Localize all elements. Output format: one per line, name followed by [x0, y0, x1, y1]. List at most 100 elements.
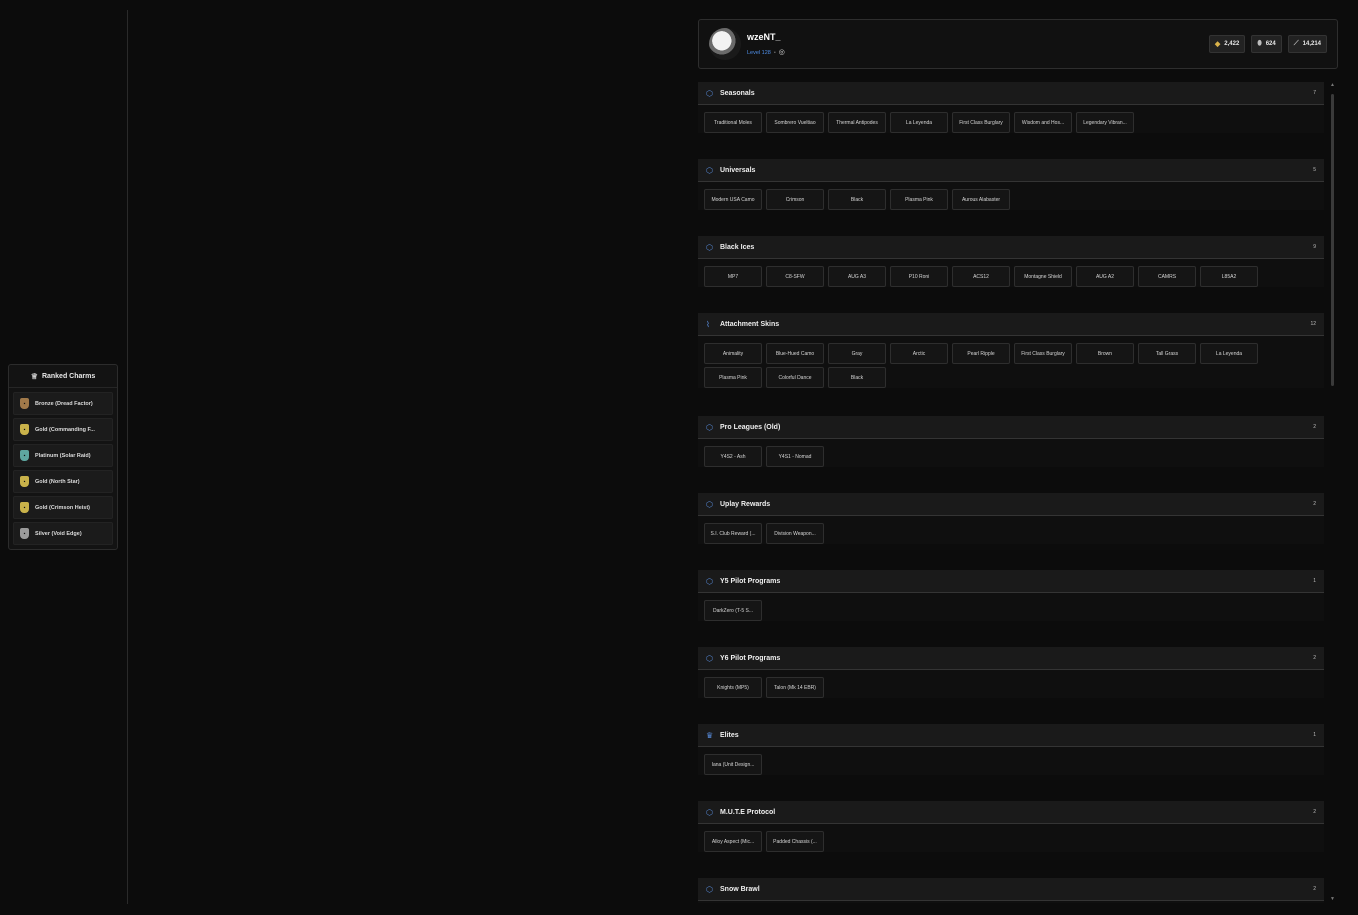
separator-dot: •	[773, 50, 776, 56]
ranked-charms-panel: ♕ Ranked Charms ▪ Bronze (Dread Factor) ▪ G…	[8, 364, 118, 550]
scrollbar[interactable]: ▲ ▼	[1329, 82, 1336, 903]
category-items: MP7 C8-SFW AUG A3 P10 Roni ACS12 Montagne Shi…	[698, 259, 1324, 287]
category-section: ⬡ Pro Leagues (Old) 2 Y4S2 - Ash Y4S1 - Noma…	[698, 416, 1324, 493]
skin-item[interactable]: Y4S2 - Ash	[704, 446, 762, 467]
scroll-down-arrow-icon[interactable]: ▼	[1329, 896, 1336, 903]
charm-item[interactable]: ▪ Bronze (Dread Factor)	[13, 392, 113, 415]
skin-item[interactable]: Sombrero Vueltiao	[766, 112, 824, 133]
skin-item[interactable]: First Class Burglary	[952, 112, 1010, 133]
category-items: Knights (MP5) Talon (Mk 14 EBR)	[698, 670, 1324, 698]
ranked-charms-header: ♕ Ranked Charms	[9, 365, 117, 388]
skin-item[interactable]: Pearl Ripple	[952, 343, 1010, 364]
category-count: 2	[1313, 809, 1316, 815]
skin-item[interactable]: Y4S1 - Nomad	[766, 446, 824, 467]
skin-item[interactable]: C8-SFW	[766, 266, 824, 287]
category-section: ♛ Elites 1 Iana (Unit Design...	[698, 724, 1324, 801]
skin-item[interactable]: Animality	[704, 343, 762, 364]
rank-badge-icon: ▪	[20, 528, 29, 539]
skin-item[interactable]: Traditional Moles	[704, 112, 762, 133]
skin-item[interactable]: Padded Chassis (...	[766, 831, 824, 852]
charm-item[interactable]: ▪ Gold (Crimson Heist)	[13, 496, 113, 519]
category-header[interactable]: ⬡ Uplay Rewards 2	[698, 493, 1324, 516]
category-header[interactable]: ⬡ Seasonals 7	[698, 82, 1324, 105]
category-items	[698, 901, 1324, 903]
skin-item[interactable]: AUG A3	[828, 266, 886, 287]
category-header[interactable]: ⬡ Y6 Pilot Programs 2	[698, 647, 1324, 670]
category-header[interactable]: ⬡ Universals 5	[698, 159, 1324, 182]
skin-item[interactable]: Alloy Aspect (Mic...	[704, 831, 762, 852]
category-items: Y4S2 - Ash Y4S1 - Nomad	[698, 439, 1324, 467]
skin-item[interactable]: Modern USA Camo	[704, 189, 762, 210]
skin-item[interactable]: P10 Roni	[890, 266, 948, 287]
category-section: ⬡ Snow Brawl 2	[698, 878, 1324, 903]
skin-item[interactable]: Montagne Shield	[1014, 266, 1072, 287]
charm-item[interactable]: ▪ Gold (North Star)	[13, 470, 113, 493]
skin-item[interactable]: MP7	[704, 266, 762, 287]
level-label: Level 128	[747, 50, 771, 56]
crown-icon: ♛	[706, 730, 714, 740]
platform-icon[interactable]: ◎	[779, 49, 785, 56]
skin-item[interactable]: CAMRS	[1138, 266, 1196, 287]
scroll-thumb[interactable]	[1331, 94, 1334, 386]
skin-item[interactable]: First Class Burglary	[1014, 343, 1072, 364]
category-title: Attachment Skins	[720, 320, 780, 328]
skin-item[interactable]: Black	[828, 189, 886, 210]
cube-icon: ⬡	[706, 165, 713, 175]
charm-item[interactable]: ▪ Silver (Void Edge)	[13, 522, 113, 545]
category-header[interactable]: ♛ Elites 1	[698, 724, 1324, 747]
category-header[interactable]: ⬡ M.U.T.E Protocol 2	[698, 801, 1324, 824]
category-section: ⬡ Black Ices 9 MP7 C8-SFW AUG A3 P10 Roni ACS12…	[698, 236, 1324, 313]
skin-item[interactable]: Plasma Pink	[704, 367, 762, 388]
cube-icon: ⬡	[706, 807, 713, 817]
credits-value: 624	[1265, 41, 1276, 47]
category-section: ⬡ M.U.T.E Protocol 2 Alloy Aspect (Mic... Pa…	[698, 801, 1324, 878]
category-title: Black Ices	[720, 243, 755, 251]
username: wzeNT_	[747, 32, 781, 42]
skin-item[interactable]: ACS12	[952, 266, 1010, 287]
category-header[interactable]: ⬡ Y5 Pilot Programs 1	[698, 570, 1324, 593]
skin-item[interactable]: Black	[828, 367, 886, 388]
skin-item[interactable]: L85A2	[1200, 266, 1258, 287]
skin-item[interactable]: S.I. Club Reward (...	[704, 523, 762, 544]
skin-item[interactable]: La Leyenda	[890, 112, 948, 133]
skin-item[interactable]: Division Weapon...	[766, 523, 824, 544]
skin-item[interactable]: Brown	[1076, 343, 1134, 364]
skin-item[interactable]: Legendary Vibran...	[1076, 112, 1134, 133]
avatar[interactable]	[709, 28, 741, 60]
skin-item[interactable]: DarkZero (T-5 S...	[704, 600, 762, 621]
skin-item[interactable]: Arctic	[890, 343, 948, 364]
trophy-icon: ♕	[30, 371, 38, 381]
skin-item[interactable]: Aurous Alabaster	[952, 189, 1010, 210]
category-items: Alloy Aspect (Mic... Padded Chassis (...	[698, 824, 1324, 852]
skin-item[interactable]: Crimson	[766, 189, 824, 210]
profile-header: wzeNT_ Level 128 • ◎ ◆ 2,422 ⬮ 624 ⟋ 14,21…	[698, 19, 1338, 69]
skin-item[interactable]: Gray	[828, 343, 886, 364]
rank-badge-icon: ▪	[20, 450, 29, 461]
charm-item[interactable]: ▪ Gold (Commanding F...	[13, 418, 113, 441]
category-header[interactable]: ⬡ Snow Brawl 2	[698, 878, 1324, 901]
category-items: Animality Blue-Hued Camo Gray Arctic Pearl R…	[698, 336, 1324, 388]
skin-item[interactable]: Plasma Pink	[890, 189, 948, 210]
category-title: Uplay Rewards	[720, 500, 771, 508]
skin-item[interactable]: Wisdom and Hos...	[1014, 112, 1072, 133]
skin-item[interactable]: La Leyenda	[1200, 343, 1258, 364]
category-header[interactable]: ⌇ Attachment Skins 12	[698, 313, 1324, 336]
category-header[interactable]: ⬡ Pro Leagues (Old) 2	[698, 416, 1324, 439]
skin-item[interactable]: Talon (Mk 14 EBR)	[766, 677, 824, 698]
category-section: ⬡ Seasonals 7 Traditional Moles Sombrero Vue…	[698, 82, 1324, 159]
skin-item[interactable]: Colorful Dance	[766, 367, 824, 388]
skin-item[interactable]: Knights (MP5)	[704, 677, 762, 698]
category-count: 2	[1313, 886, 1316, 892]
scroll-up-arrow-icon[interactable]: ▲	[1329, 82, 1336, 89]
category-count: 12	[1310, 321, 1316, 327]
skin-item[interactable]: Thermal Antipodes	[828, 112, 886, 133]
skin-item[interactable]: AUG A2	[1076, 266, 1134, 287]
charm-item[interactable]: ▪ Platinum (Solar Raid)	[13, 444, 113, 467]
skin-item[interactable]: Blue-Hued Camo	[766, 343, 824, 364]
cube-icon: ⬡	[706, 422, 713, 432]
category-header[interactable]: ⬡ Black Ices 9	[698, 236, 1324, 259]
skin-item[interactable]: Tall Grass	[1138, 343, 1196, 364]
skin-item[interactable]: Iana (Unit Design...	[704, 754, 762, 775]
profile-stats: ◆ 2,422 ⬮ 624 ⟋ 14,214	[1208, 35, 1327, 53]
page-root: ♕ Ranked Charms ▪ Bronze (Dread Factor) ▪ G…	[0, 0, 1358, 915]
